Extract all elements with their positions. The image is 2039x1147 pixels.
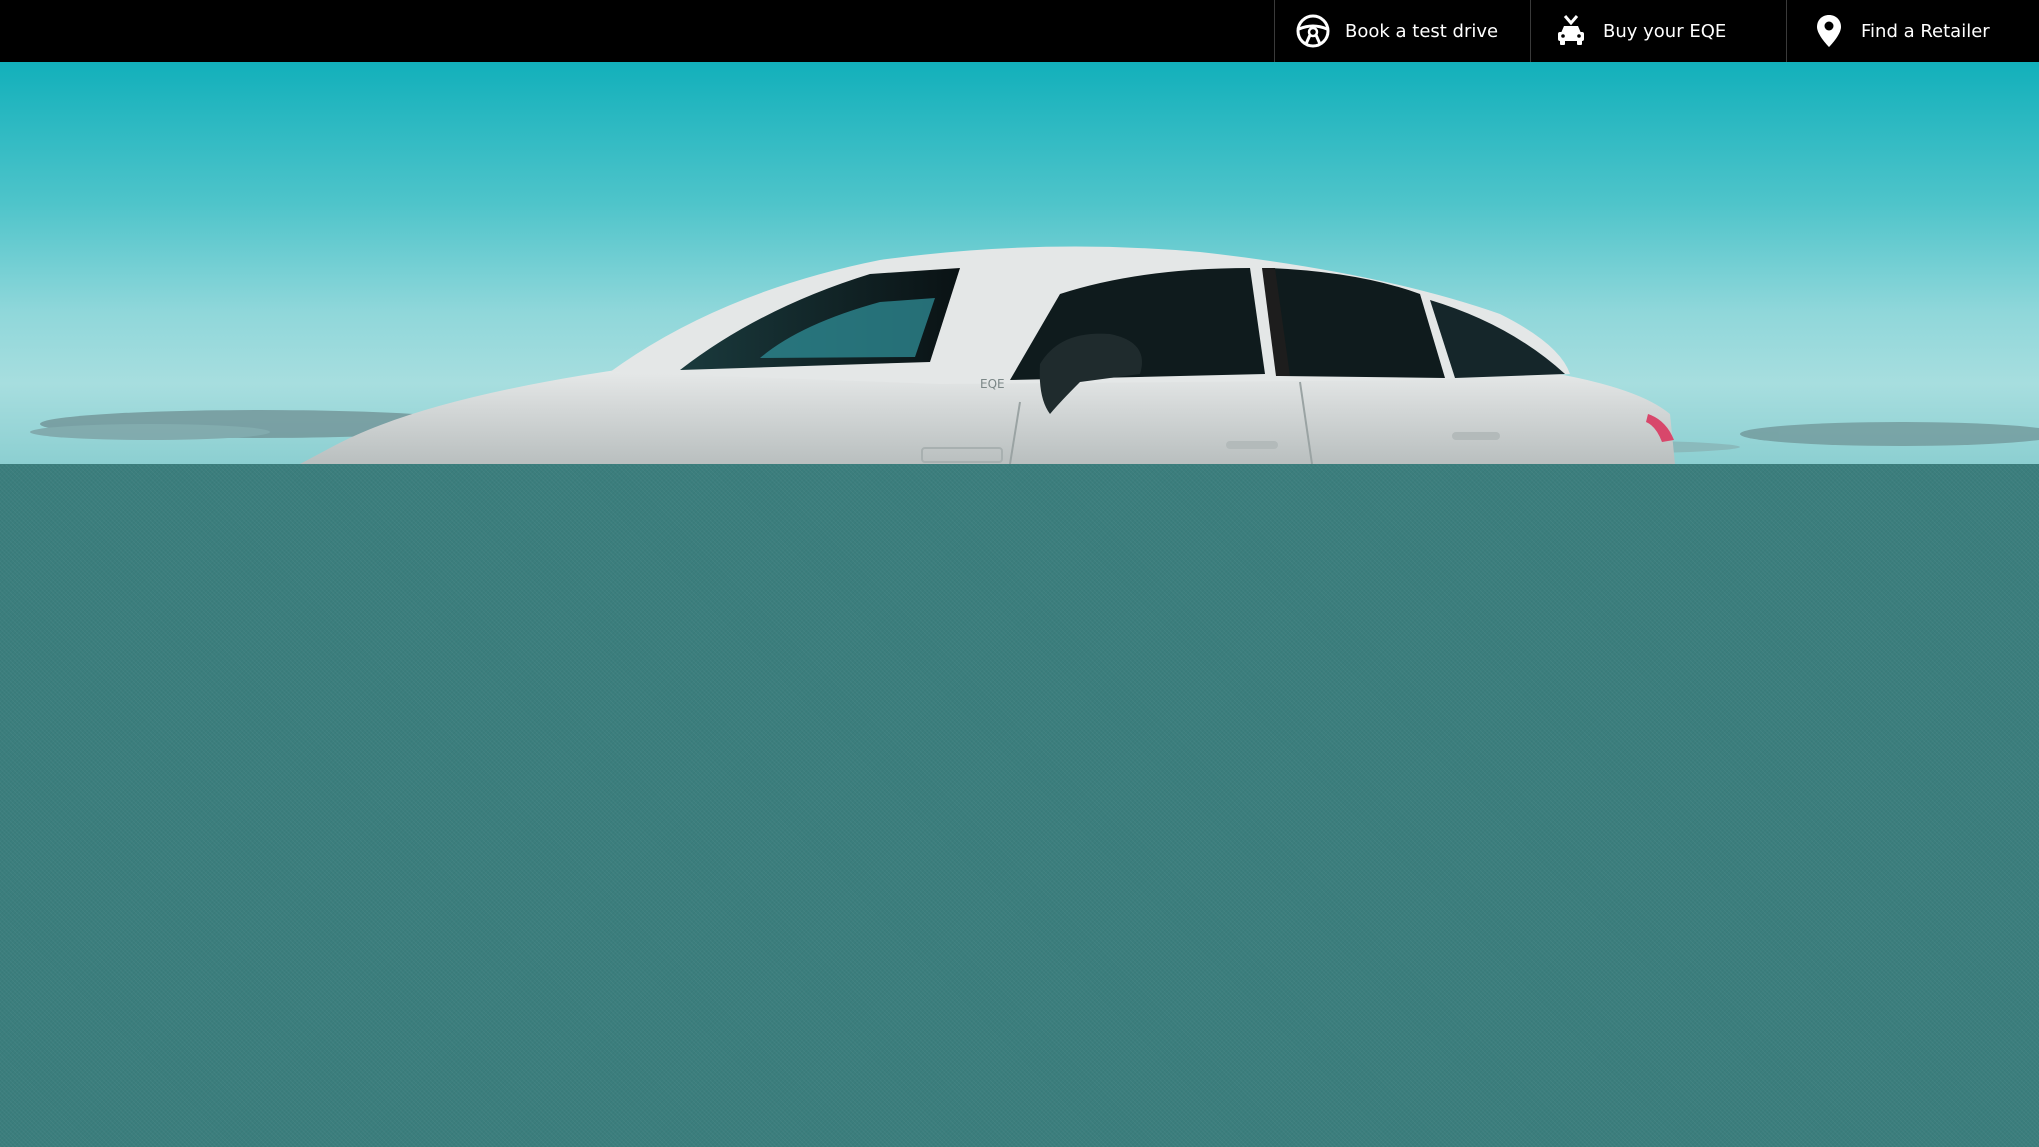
page: Book a test drive Buy your EQE Find a Re… [0,0,2039,1147]
buy-eqe-label: Buy your EQE [1603,20,1727,42]
location-pin-icon [1811,13,1847,49]
buy-eqe-link[interactable]: Buy your EQE [1530,0,1786,62]
model-badge: EQE [980,377,1005,391]
steering-wheel-icon [1295,13,1331,49]
content-panel [0,464,2039,1147]
car: EQE [300,246,1675,464]
book-test-drive-label: Book a test drive [1345,20,1499,42]
hero-image: EQE [0,62,2039,464]
car-checkout-icon [1553,13,1589,49]
find-retailer-label: Find a Retailer [1861,20,1990,42]
find-retailer-link[interactable]: Find a Retailer [1786,0,2039,62]
top-nav-bar: Book a test drive Buy your EQE Find a Re… [0,0,2039,62]
book-test-drive-link[interactable]: Book a test drive [1274,0,1530,62]
hero-car-illustration: EQE [30,246,2039,464]
